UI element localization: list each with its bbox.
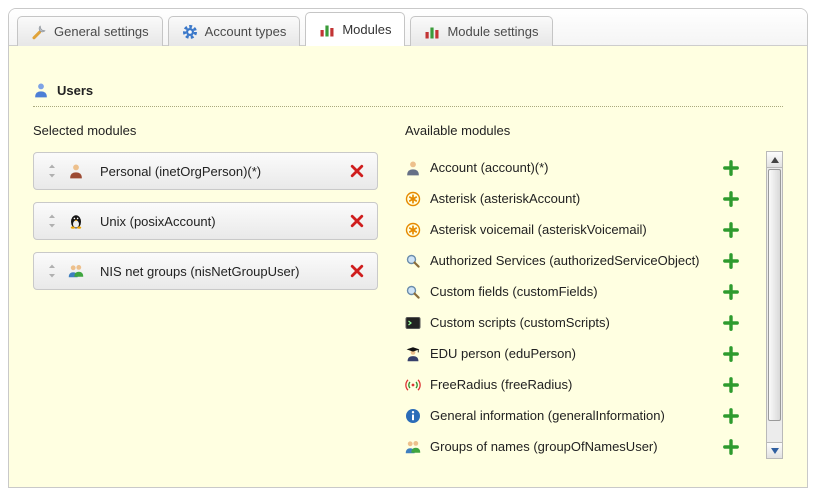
drag-handle-icon[interactable] <box>46 163 58 179</box>
add-module-button[interactable] <box>723 346 739 362</box>
graduate-person-icon <box>405 346 421 362</box>
green-plus-icon <box>723 377 739 393</box>
add-module-button[interactable] <box>723 191 739 207</box>
scroll-down-button[interactable] <box>767 442 782 458</box>
person-icon <box>68 163 84 179</box>
module-label: Authorized Services (authorizedServiceOb… <box>430 253 700 268</box>
module-label: FreeRadius (freeRadius) <box>430 377 572 392</box>
tab-label: General settings <box>54 24 149 39</box>
tab-account-types[interactable]: Account types <box>168 16 301 46</box>
available-modules-label: Available modules <box>405 123 783 138</box>
available-modules-list: Account (account)(*) <box>405 152 783 462</box>
modules-panel: Users Selected modules Personal (inetOrg… <box>9 46 807 488</box>
available-module-row: Custom fields (customFields) <box>405 276 739 307</box>
module-label: NIS net groups (nisNetGroupUser) <box>100 264 299 279</box>
tools-icon <box>31 24 47 40</box>
scrollbar-thumb[interactable] <box>768 169 781 421</box>
module-label: Personal (inetOrgPerson)(*) <box>100 164 261 179</box>
red-cross-icon <box>349 263 365 279</box>
available-module-row: FreeRadius (freeRadius) <box>405 369 739 400</box>
green-plus-icon <box>723 408 739 424</box>
modules-chart-icon <box>424 24 440 40</box>
module-label: Asterisk voicemail (asteriskVoicemail) <box>430 222 647 237</box>
tux-penguin-icon <box>68 213 84 229</box>
person-icon <box>405 160 421 176</box>
add-module-button[interactable] <box>723 377 739 393</box>
green-plus-icon <box>723 315 739 331</box>
green-plus-icon <box>723 253 739 269</box>
tab-label: Modules <box>342 22 391 37</box>
lam-config-window: General settings Account types Modules <box>8 8 808 488</box>
tab-modules[interactable]: Modules <box>305 12 405 46</box>
module-label: Custom scripts (customScripts) <box>430 315 610 330</box>
group-icon <box>405 439 421 455</box>
drag-handle-icon[interactable] <box>46 263 58 279</box>
tab-label: Module settings <box>447 24 538 39</box>
green-plus-icon <box>723 439 739 455</box>
modules-chart-icon <box>319 22 335 38</box>
tab-label: Account types <box>205 24 287 39</box>
drag-handle-icon[interactable] <box>46 213 58 229</box>
info-icon <box>405 408 421 424</box>
magnifier-icon <box>405 284 421 300</box>
module-label: Groups of names (groupOfNamesUser) <box>430 439 658 454</box>
available-modules-scrollbar[interactable] <box>766 151 783 459</box>
add-module-button[interactable] <box>723 160 739 176</box>
asterisk-icon <box>405 222 421 238</box>
tab-general-settings[interactable]: General settings <box>17 16 163 46</box>
remove-module-button[interactable] <box>349 263 365 279</box>
add-module-button[interactable] <box>723 408 739 424</box>
module-label: Asterisk (asteriskAccount) <box>430 191 580 206</box>
module-label: Custom fields (customFields) <box>430 284 598 299</box>
down-arrow-icon <box>771 448 779 454</box>
group-icon <box>68 263 84 279</box>
available-module-row: EDU person (eduPerson) <box>405 338 739 369</box>
asterisk-icon <box>405 191 421 207</box>
green-plus-icon <box>723 346 739 362</box>
available-module-row: General information (generalInformation) <box>405 400 739 431</box>
scroll-up-button[interactable] <box>767 152 782 168</box>
module-label: EDU person (eduPerson) <box>430 346 576 361</box>
module-label: Account (account)(*) <box>430 160 549 175</box>
remove-module-button[interactable] <box>349 163 365 179</box>
add-module-button[interactable] <box>723 222 739 238</box>
available-module-row: Asterisk voicemail (asteriskVoicemail) <box>405 214 739 245</box>
terminal-icon <box>405 315 421 331</box>
section-title: Users <box>57 83 93 98</box>
user-figure-icon <box>33 82 49 98</box>
available-module-row: Account (account)(*) <box>405 152 739 183</box>
users-section-heading: Users <box>33 82 783 107</box>
green-plus-icon <box>723 222 739 238</box>
add-module-button[interactable] <box>723 253 739 269</box>
magnifier-icon <box>405 253 421 269</box>
tab-module-settings[interactable]: Module settings <box>410 16 552 46</box>
selected-modules-label: Selected modules <box>33 123 405 138</box>
available-module-row: Authorized Services (authorizedServiceOb… <box>405 245 739 276</box>
green-plus-icon <box>723 160 739 176</box>
module-label: Unix (posixAccount) <box>100 214 216 229</box>
green-plus-icon <box>723 191 739 207</box>
add-module-button[interactable] <box>723 439 739 455</box>
selected-module-row[interactable]: NIS net groups (nisNetGroupUser) <box>33 252 378 290</box>
module-label: General information (generalInformation) <box>430 408 665 423</box>
selected-modules-column: Selected modules Personal (inetOrgPerson… <box>33 107 405 462</box>
scrollbar-track[interactable] <box>767 168 782 442</box>
red-cross-icon <box>349 213 365 229</box>
available-module-row: Asterisk (asteriskAccount) <box>405 183 739 214</box>
remove-module-button[interactable] <box>349 213 365 229</box>
radio-antenna-icon <box>405 377 421 393</box>
add-module-button[interactable] <box>723 284 739 300</box>
green-plus-icon <box>723 284 739 300</box>
modules-columns: Selected modules Personal (inetOrgPerson… <box>33 107 783 462</box>
selected-module-row[interactable]: Personal (inetOrgPerson)(*) <box>33 152 378 190</box>
gear-icon <box>182 24 198 40</box>
selected-module-row[interactable]: Unix (posixAccount) <box>33 202 378 240</box>
add-module-button[interactable] <box>723 315 739 331</box>
available-modules-column: Available modules Account (account)(*) <box>405 107 783 462</box>
red-cross-icon <box>349 163 365 179</box>
up-arrow-icon <box>771 157 779 163</box>
available-module-row: Custom scripts (customScripts) <box>405 307 739 338</box>
available-module-row: Groups of names (groupOfNamesUser) <box>405 431 739 462</box>
tab-bar: General settings Account types Modules <box>9 9 807 46</box>
